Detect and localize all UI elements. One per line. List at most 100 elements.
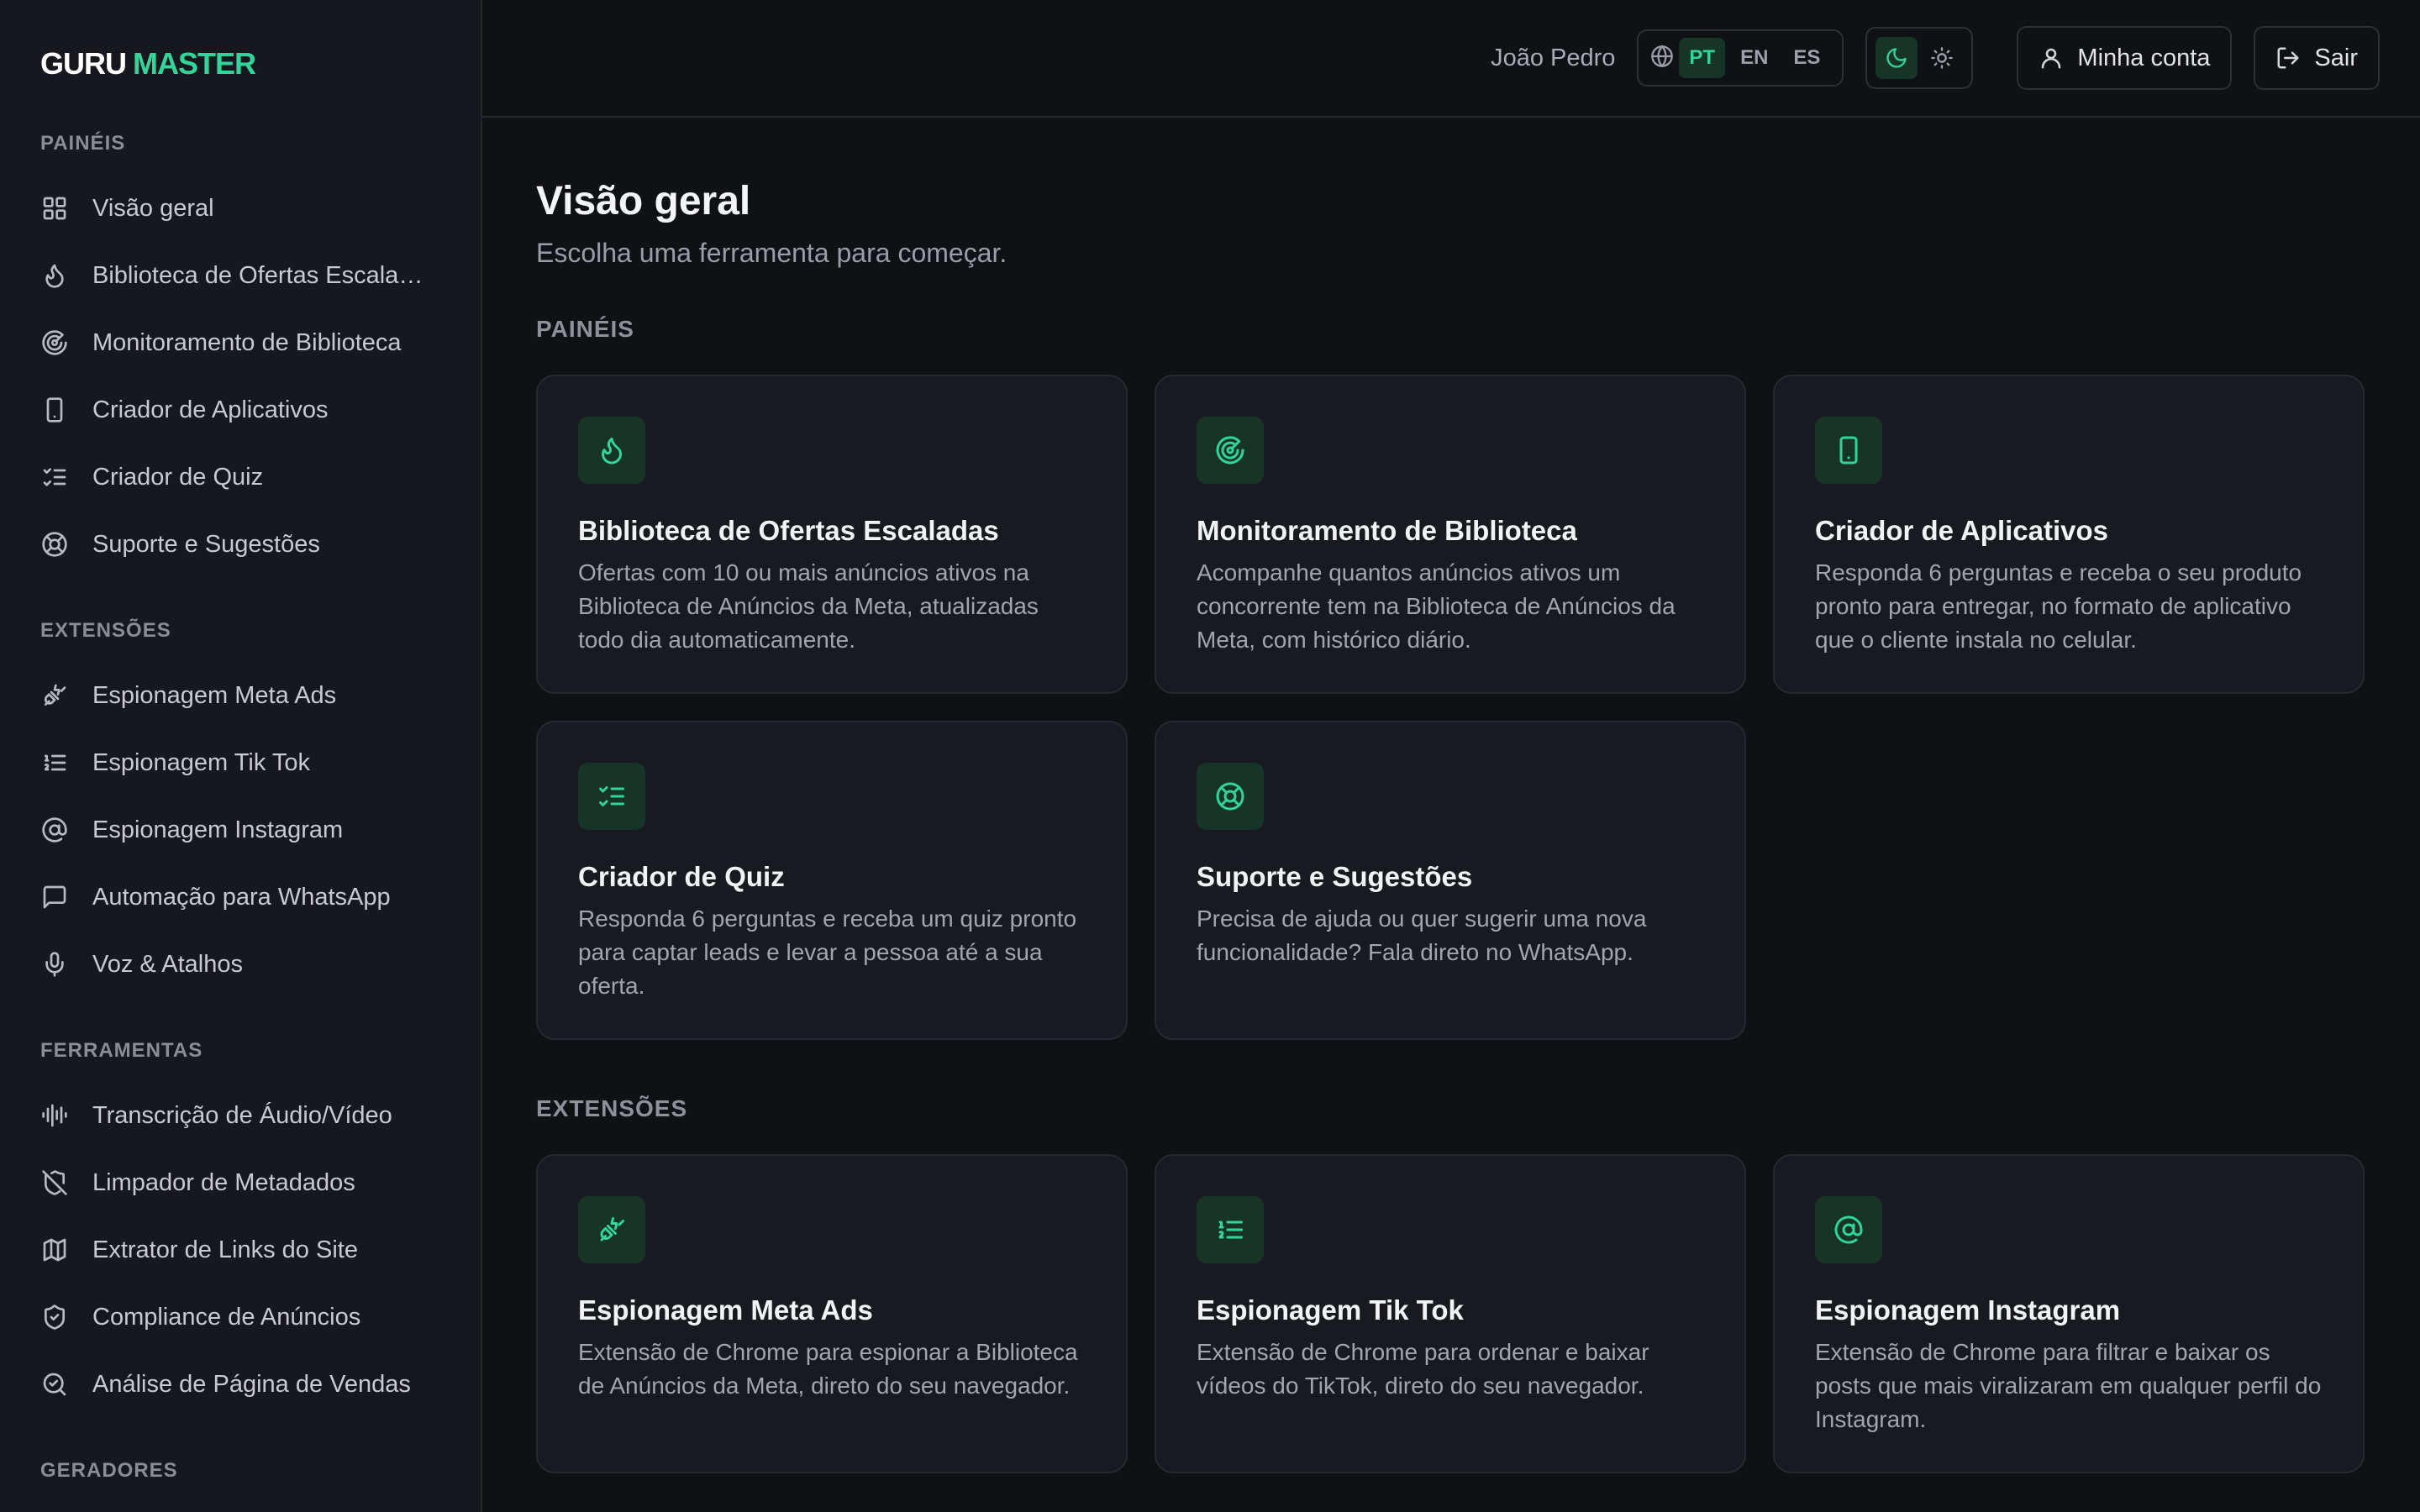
map-icon (43, 1238, 66, 1262)
plug-icon (600, 1217, 624, 1242)
sidebar-item-visao-geral[interactable]: Visão geral (40, 175, 481, 242)
flame-icon (602, 438, 622, 465)
tool-card[interactable]: Biblioteca de Ofertas Escaladas Ofertas c… (536, 375, 1128, 694)
light-mode-button[interactable] (1921, 37, 1963, 79)
list-ordered-icon (40, 748, 69, 777)
log-out-icon (2277, 47, 2299, 69)
sidebar-item-suporte-e-sugestoes[interactable]: Suporte e Sugestões (40, 511, 481, 578)
radar-icon (1216, 436, 1244, 465)
tool-card[interactable]: Suporte e Sugestões Precisa de ajuda ou q… (1155, 721, 1746, 1040)
sidebar-item-label: Monitoramento de Biblioteca (92, 328, 402, 356)
at-sign-icon (40, 816, 69, 844)
grid-icon (43, 197, 66, 220)
card-description: Responda 6 perguntas e receba um quiz pr… (578, 906, 1077, 999)
lifebuoy-icon (40, 530, 69, 559)
card-icon-box (578, 763, 645, 830)
card-title: Suporte e Sugestões (1197, 861, 1473, 892)
sidebar-item-biblioteca-de-ofertas-escaladas[interactable]: Biblioteca de Ofertas Escaladas (40, 242, 481, 309)
card-icon-box (578, 1196, 645, 1263)
plug-icon (40, 681, 69, 710)
card-description: Extensão de Chrome para espionar a Bibli… (578, 1339, 1078, 1399)
sidebar-item-extrator-de-links-do-site[interactable]: Extrator de Links do Site (40, 1216, 481, 1284)
list-checks-icon (599, 786, 624, 806)
sidebar-item-espionagem-tik-tok[interactable]: Espionagem Tik Tok (40, 729, 481, 796)
sidebar-item-transcricao-de-audio-video[interactable]: Transcrição de Áudio/Vídeo (40, 1082, 481, 1149)
smartphone-icon (40, 396, 69, 424)
sidebar-item-label: Biblioteca de Ofertas Escaladas (92, 261, 429, 289)
sidebar-item-automacao-para-whatsapp[interactable]: Automação para WhatsApp (40, 864, 481, 931)
card-description: Ofertas com 10 ou mais anúncios ativos n… (578, 559, 1039, 653)
sidebar-item-espionagem-instagram[interactable]: Espionagem Instagram (40, 796, 481, 864)
card-grid: Espionagem Meta Ads Extensão de Chrome pa… (536, 1154, 2420, 1473)
card-grid: Biblioteca de Ofertas Escaladas Ofertas c… (536, 375, 2420, 1040)
sidebar-item-label: Criador de Aplicativos (92, 396, 329, 423)
sidebar-item-gerador-de-criativo-imagem[interactable]: Gerador de Criativo (Imagem) (40, 1502, 481, 1512)
card-description: Acompanhe quantos anúncios ativos um con… (1197, 559, 1676, 653)
sidebar-item-compliance-de-anuncios[interactable]: Compliance de Anúncios (40, 1284, 481, 1351)
dark-mode-button[interactable] (1876, 37, 1918, 79)
lifebuoy-icon (1216, 782, 1244, 811)
sidebar-item-espionagem-meta-ads[interactable]: Espionagem Meta Ads (40, 662, 481, 729)
plug-icon (44, 684, 66, 706)
shield-off-icon (42, 1170, 67, 1195)
globe-icon (1650, 45, 1674, 72)
message-square-icon (40, 883, 69, 911)
sidebar-item-label: Limpador de Metadados (92, 1168, 355, 1196)
sidebar-item-criador-de-aplicativos[interactable]: Criador de Aplicativos (40, 376, 481, 444)
search-check-icon (40, 1370, 69, 1399)
card-icon-box (1197, 1196, 1264, 1263)
tool-card[interactable]: Criador de Quiz Responda 6 perguntas e re… (536, 721, 1128, 1040)
tool-card[interactable]: Criador de Aplicativos Responda 6 pergunt… (1773, 375, 2365, 694)
mic-icon (40, 950, 69, 979)
card-title: Espionagem Instagram (1815, 1294, 2121, 1326)
sidebar-section: PAINÉIS Visão geral Biblioteca de Ofertas … (40, 131, 481, 578)
language-option-en[interactable]: EN (1730, 38, 1778, 78)
card-title: Criador de Quiz (578, 861, 785, 892)
at-sign-icon (42, 817, 67, 843)
sidebar-item-label: Transcrição de Áudio/Vídeo (92, 1101, 392, 1129)
sidebar-item-criador-de-quiz[interactable]: Criador de Quiz (40, 444, 481, 511)
tool-card[interactable]: Espionagem Instagram Extensão de Chrome p… (1773, 1154, 2365, 1473)
sidebar-item-limpador-de-metadados[interactable]: Limpador de Metadados (40, 1149, 481, 1216)
sidebar-item-monitoramento-de-biblioteca[interactable]: Monitoramento de Biblioteca (40, 309, 481, 376)
tool-card[interactable]: Espionagem Meta Ads Extensão de Chrome pa… (536, 1154, 1128, 1473)
card-title: Espionagem Meta Ads (578, 1294, 873, 1326)
sidebar-section: GERADORES Gerador de Criativo (Imagem) (40, 1458, 481, 1512)
shield-off-icon (40, 1168, 69, 1197)
message-square-icon (43, 885, 66, 909)
language-switcher: PT EN ES (1637, 29, 1844, 87)
tool-card[interactable]: Monitoramento de Biblioteca Acompanhe qua… (1155, 375, 1746, 694)
username: João Pedro (1491, 44, 1616, 71)
flame-icon (40, 261, 69, 290)
card-description: Extensão de Chrome para filtrar e baixar… (1815, 1339, 2322, 1432)
card-title: Biblioteca de Ofertas Escaladas (578, 515, 999, 546)
language-option-es[interactable]: ES (1783, 38, 1830, 78)
section-title: EXTENSÕES (536, 1095, 688, 1121)
map-icon (40, 1236, 69, 1264)
logout-button[interactable]: Sair (2254, 26, 2380, 90)
card-title: Espionagem Tik Tok (1197, 1294, 1464, 1326)
sidebar-item-label: Compliance de Anúncios (92, 1303, 361, 1331)
card-description: Responda 6 perguntas e receba o seu prod… (1815, 559, 2302, 653)
brand-logo[interactable]: GURU MASTER (40, 45, 481, 82)
topbar: João Pedro PT EN ES Minha conta Sair (482, 0, 2420, 118)
sidebar-item-voz-atalhos[interactable]: Voz & Atalhos (40, 931, 481, 998)
list-checks-icon (40, 463, 69, 491)
sidebar-item-label: Espionagem Meta Ads (92, 681, 337, 709)
smartphone-icon (46, 397, 63, 423)
account-button-label: Minha conta (2077, 44, 2211, 71)
lifebuoy-icon (42, 532, 67, 557)
tool-card[interactable]: Espionagem Tik Tok Extensão de Chrome par… (1155, 1154, 1746, 1473)
smartphone-icon (1839, 436, 1858, 465)
theme-switcher (1865, 27, 1974, 89)
card-title: Criador de Aplicativos (1815, 515, 2109, 546)
sun-icon (1931, 47, 1954, 69)
language-option-pt[interactable]: PT (1679, 38, 1726, 78)
account-button[interactable]: Minha conta (2017, 26, 2233, 90)
card-icon-box (1197, 763, 1264, 830)
sidebar: GURU MASTER PAINÉIS Visão geral Biblioteca… (0, 0, 482, 1512)
sidebar-item-analise-de-pagina-de-vendas[interactable]: Análise de Página de Vendas (40, 1351, 481, 1418)
flame-icon (45, 264, 64, 288)
card-icon-box (578, 417, 645, 484)
sidebar-section-title: GERADORES (40, 1459, 178, 1482)
